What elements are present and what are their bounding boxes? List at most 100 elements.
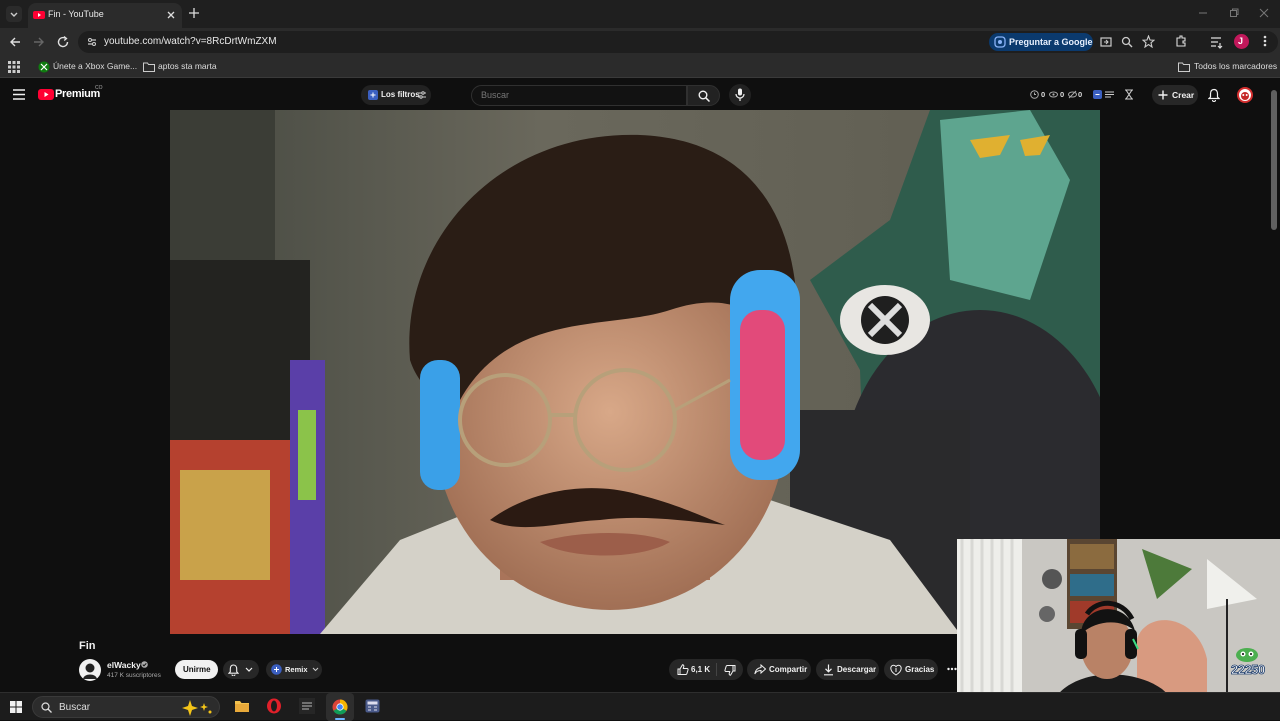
search-icon: [41, 702, 52, 713]
thanks-label: Gracias: [905, 665, 935, 674]
app-icon[interactable]: [299, 698, 315, 714]
create-label: Crear: [1172, 90, 1195, 100]
remix-label: Remix: [285, 665, 308, 674]
channel-avatar[interactable]: [79, 659, 101, 681]
counter-1: 0: [1041, 90, 1046, 99]
create-button[interactable]: Crear: [1152, 85, 1198, 105]
channel-avatar-icon: [83, 663, 97, 679]
address-bar[interactable]: youtube.com/watch?v=8RcDrtWmZXM Pregunta…: [78, 31, 1278, 53]
folder-icon: [1178, 62, 1190, 72]
new-tab-icon[interactable]: [188, 7, 200, 19]
window-close-icon[interactable]: [1259, 8, 1269, 18]
share-label: Compartir: [769, 665, 808, 674]
remix-button[interactable]: Remix: [266, 660, 322, 679]
super-thanks-icon: [890, 664, 902, 676]
taskbar-search-placeholder: Buscar: [59, 702, 91, 713]
download-button[interactable]: Descargar: [816, 659, 879, 680]
verified-icon: [141, 661, 148, 668]
bookmark-label: Únete a Xbox Game...: [53, 61, 138, 71]
notes-icon[interactable]: [1105, 90, 1114, 99]
share-button[interactable]: Compartir: [747, 659, 811, 680]
like-count: 6,1 K: [691, 665, 711, 674]
calculator-icon[interactable]: [365, 699, 380, 713]
filters-button[interactable]: Los filtros: [361, 85, 431, 105]
user-avatar[interactable]: [1237, 87, 1253, 103]
windows-start-icon[interactable]: [10, 701, 22, 713]
hamburger-menu-icon[interactable]: [13, 89, 25, 100]
apps-grid-icon[interactable]: [8, 61, 20, 73]
windows-taskbar: Buscar: [0, 692, 1280, 721]
opera-icon[interactable]: [266, 698, 282, 714]
ask-google-label: Preguntar a Google: [1009, 37, 1093, 47]
tab-title: Fin - YouTube: [48, 9, 104, 19]
profile-initial: J: [1238, 36, 1244, 46]
active-tab[interactable]: Fin - YouTube: [28, 3, 182, 28]
search-placeholder: Buscar: [481, 90, 510, 100]
extension-badge-icon: [368, 90, 378, 100]
bell-icon: [228, 664, 239, 676]
bookmark-star-icon[interactable]: [1142, 35, 1155, 48]
taskbar-search[interactable]: Buscar: [32, 696, 220, 718]
forward-icon[interactable]: [32, 35, 46, 49]
zoom-icon[interactable]: [1121, 36, 1133, 48]
restore-icon[interactable]: [1229, 8, 1239, 18]
chevron-down-icon: [10, 12, 18, 17]
search-icon: [698, 90, 710, 102]
extensions-icon[interactable]: [1174, 34, 1188, 48]
remix-icon: [271, 664, 282, 675]
voice-search-button[interactable]: [729, 84, 751, 106]
eye-icon: [1049, 91, 1058, 98]
eye-off-icon: [1068, 90, 1077, 99]
url-text[interactable]: youtube.com/watch?v=8RcDrtWmZXM: [104, 36, 277, 47]
bookmark-label: aptos sta marta: [158, 61, 217, 71]
profile-avatar[interactable]: J: [1234, 34, 1249, 49]
more-actions-icon[interactable]: [947, 666, 957, 672]
chrome-menu-icon[interactable]: [1261, 34, 1269, 48]
chevron-down-icon: [245, 667, 253, 672]
reload-icon[interactable]: [56, 35, 70, 49]
counter-3: 0: [1078, 90, 1083, 99]
notifications-button[interactable]: [223, 660, 259, 679]
tab-search-button[interactable]: [6, 6, 22, 22]
video-title: Fin: [79, 640, 96, 652]
file-explorer-icon[interactable]: [234, 699, 250, 713]
ask-google-button[interactable]: Preguntar a Google: [989, 33, 1093, 51]
bell-icon[interactable]: [1208, 88, 1220, 102]
page-scrollbar[interactable]: [1271, 90, 1277, 230]
counter-2: 0: [1060, 90, 1065, 99]
minimize-icon[interactable]: [1198, 8, 1208, 18]
sparkle-icon: [182, 700, 212, 716]
close-icon[interactable]: [165, 9, 177, 21]
youtube-logo-icon: [38, 89, 54, 100]
thumbs-down-icon[interactable]: [724, 665, 736, 676]
search-input[interactable]: Buscar: [471, 85, 687, 106]
chrome-taskbar-button[interactable]: [326, 693, 354, 721]
download-icon: [824, 664, 833, 676]
hourglass-icon[interactable]: [1124, 89, 1134, 100]
frog-emote-icon: [1236, 648, 1258, 662]
youtube-logo[interactable]: Premium CO: [38, 85, 108, 103]
site-info-icon[interactable]: [86, 36, 98, 48]
plus-icon: [1158, 90, 1168, 100]
browser-tab-bar: Fin - YouTube: [0, 0, 1280, 28]
chrome-icon: [332, 699, 348, 715]
youtube-brand: Premium: [55, 88, 100, 100]
thanks-button[interactable]: Gracias: [884, 659, 938, 680]
reading-list-icon[interactable]: [1209, 35, 1223, 49]
filters-label: Los filtros: [381, 90, 420, 99]
channel-name[interactable]: elWacky: [107, 660, 141, 670]
join-button[interactable]: Unirme: [175, 660, 218, 679]
download-label: Descargar: [837, 665, 877, 674]
xbox-icon: [38, 61, 50, 73]
avatar-face-icon: [1241, 92, 1249, 100]
search-button[interactable]: [687, 85, 720, 106]
like-dislike-group: 6,1 K: [669, 659, 743, 680]
region-code: CO: [95, 85, 103, 91]
google-lens-icon: [994, 36, 1006, 48]
extension-icon[interactable]: [1093, 90, 1102, 99]
cast-icon[interactable]: [1100, 36, 1112, 48]
bookmarks-bar: Únete a Xbox Game... aptos sta marta Tod…: [0, 57, 1280, 78]
like-button[interactable]: 6,1 K: [669, 659, 715, 680]
back-icon[interactable]: [8, 35, 22, 49]
all-bookmarks-label: Todos los marcadores: [1194, 61, 1278, 71]
